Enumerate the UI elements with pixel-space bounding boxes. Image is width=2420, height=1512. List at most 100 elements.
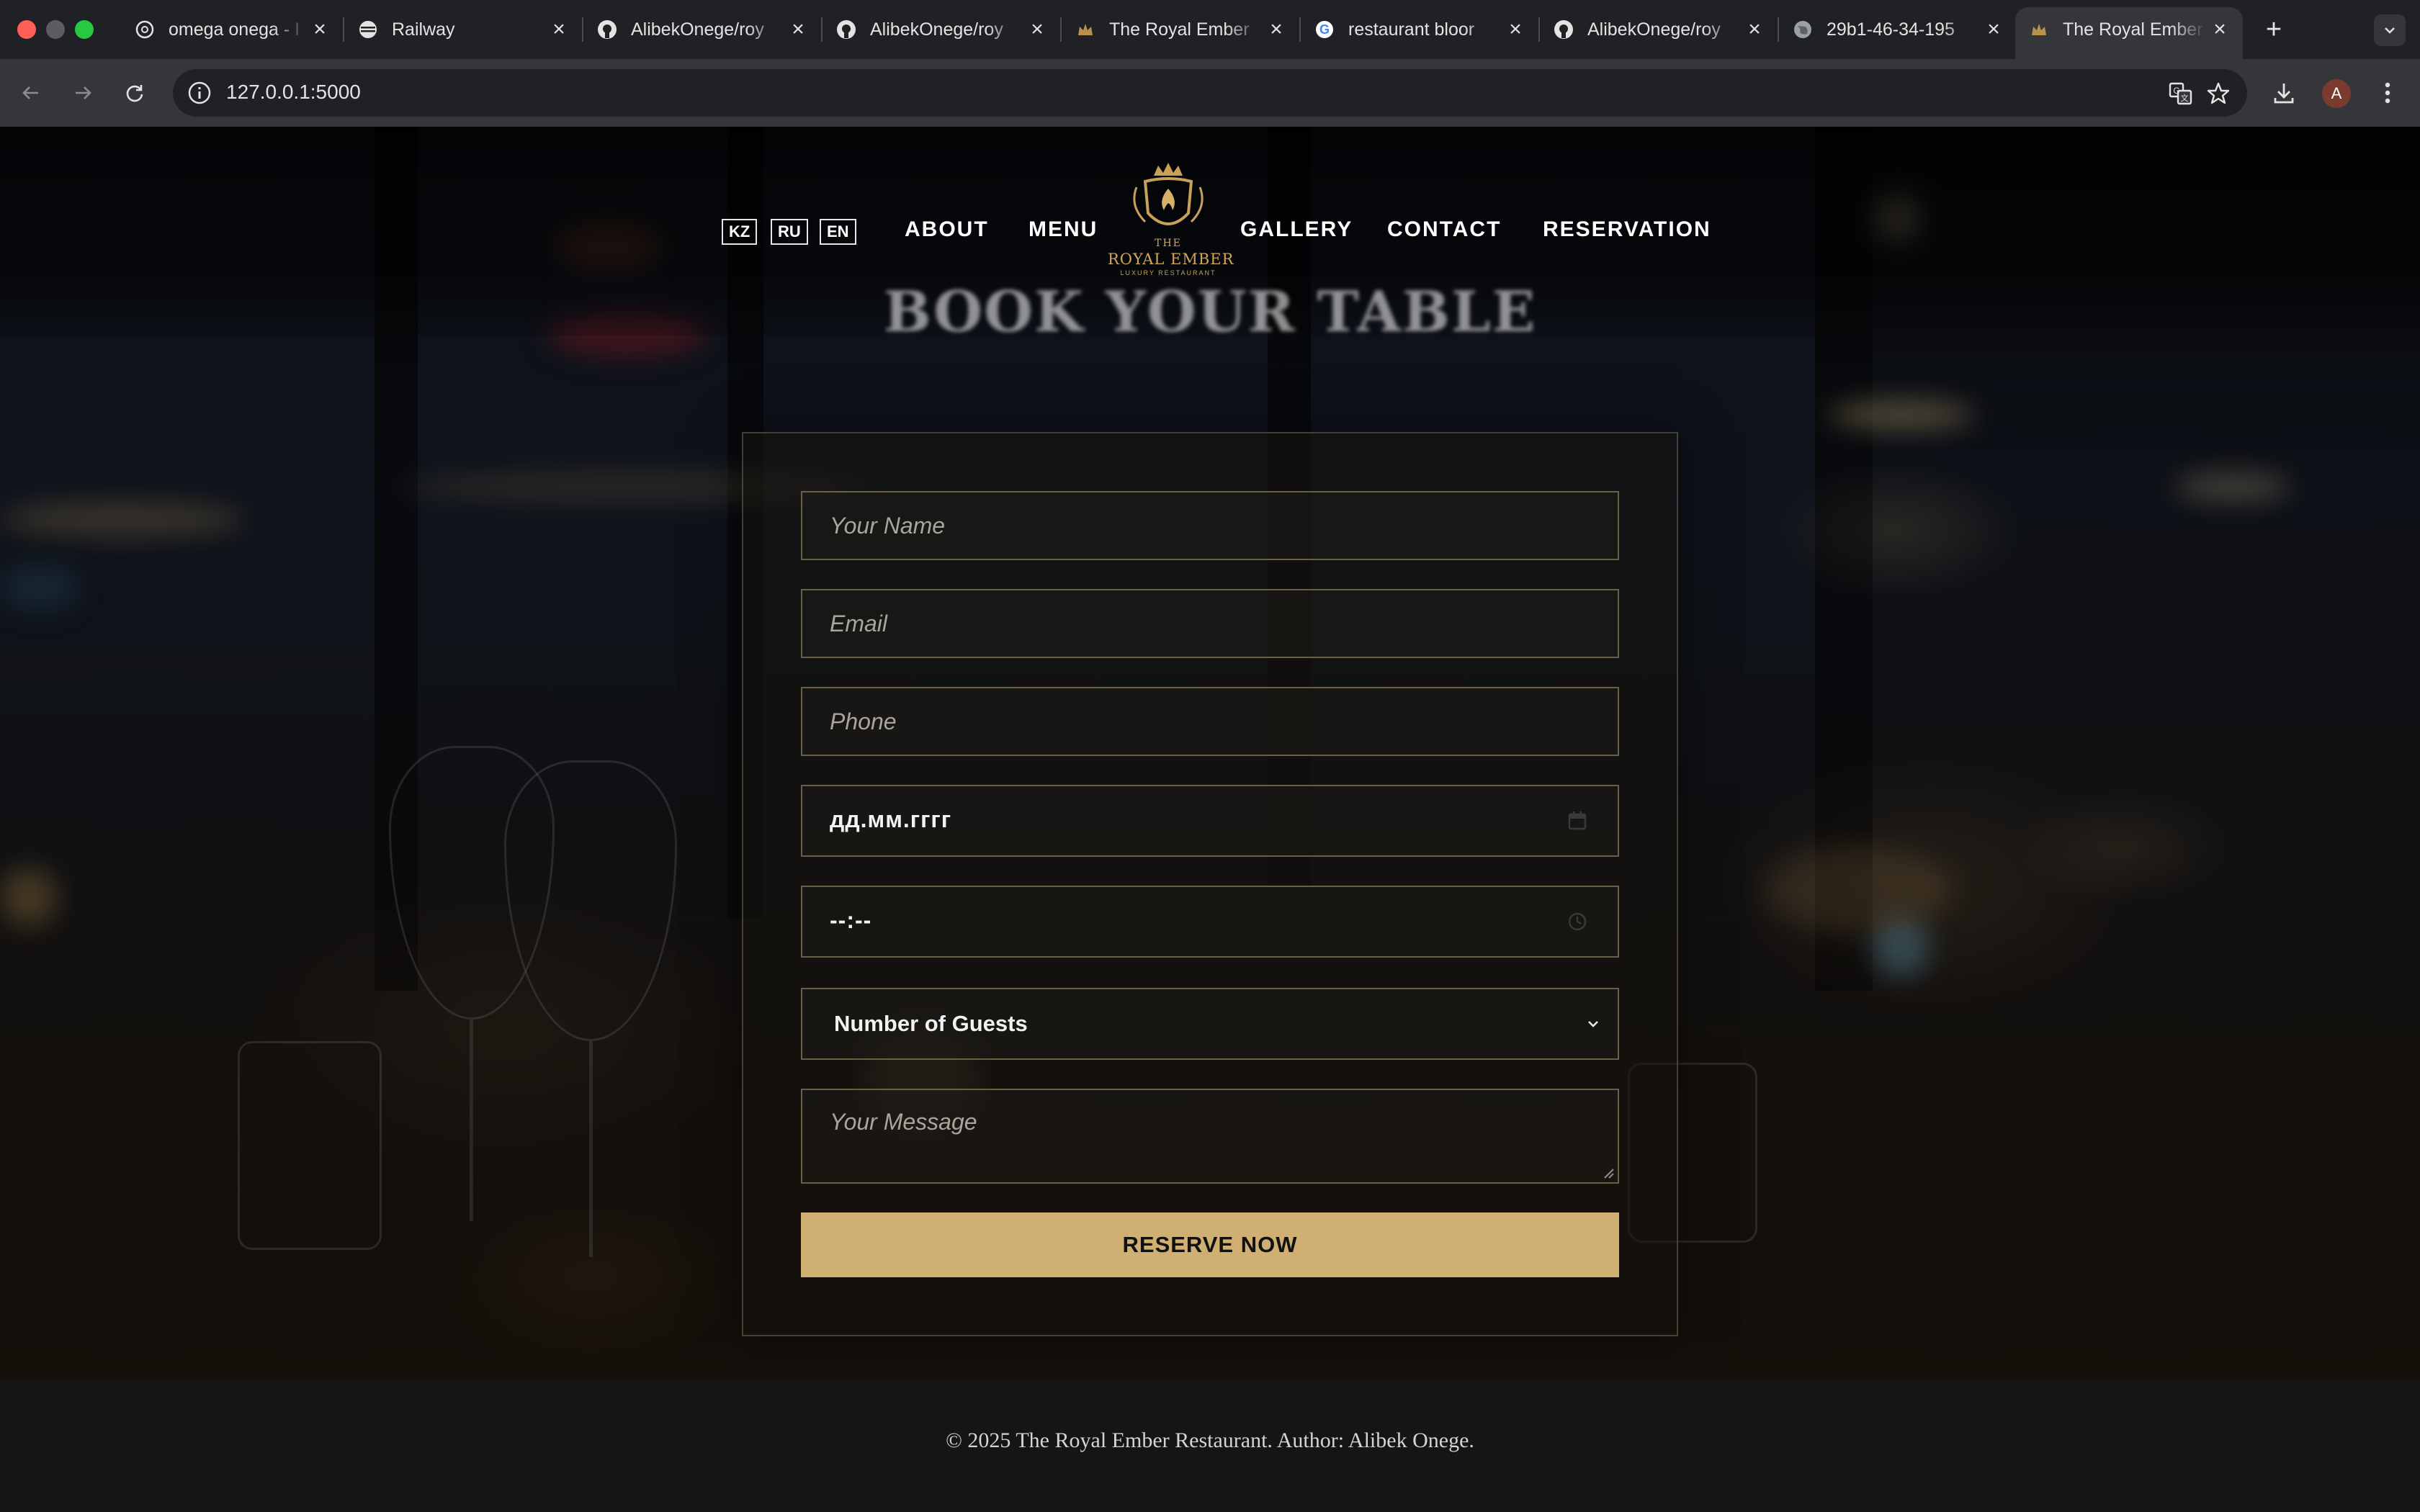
url-text[interactable]: 127.0.0.1:5000 [226, 81, 361, 104]
guests-select-wrapper: Number of Guests [801, 988, 1619, 1060]
svg-text:G: G [2173, 86, 2179, 96]
browser-tab[interactable]: omega onega - I × [121, 7, 344, 52]
google-icon: G [1314, 19, 1335, 40]
translate-icon[interactable]: G文 [2168, 81, 2194, 107]
browser-tab[interactable]: AlibekOnege/roy × [1540, 7, 1779, 52]
nav-about[interactable]: ABOUT [905, 217, 989, 242]
address-bar[interactable]: 127.0.0.1:5000 G文 [173, 69, 2247, 117]
crown-crest-icon [1133, 163, 1204, 225]
name-input[interactable] [802, 492, 1618, 559]
tab-title: AlibekOnege/roy [1587, 19, 1721, 40]
browser-tab[interactable]: AlibekOnege/roy × [583, 7, 823, 52]
tab-title: restaurant bloor [1348, 19, 1475, 40]
new-tab-button[interactable]: + [2259, 14, 2289, 45]
close-tab-icon[interactable]: × [785, 17, 811, 42]
footer-copyright: © 2025 The Royal Ember Restaurant. Autho… [946, 1428, 1474, 1452]
resize-grip-icon[interactable] [1600, 1165, 1615, 1179]
browser-tab-active[interactable]: The Royal Ember × [2015, 7, 2243, 59]
tab-search-button[interactable] [2374, 14, 2406, 46]
date-input-wrapper: дд.мм.гггг [801, 785, 1619, 857]
close-tab-icon[interactable]: × [1502, 17, 1528, 42]
lang-ru-button[interactable]: RU [771, 219, 808, 245]
tab-title: The Royal Ember [1109, 19, 1250, 40]
message-input-wrapper [801, 1089, 1619, 1184]
chevron-down-icon[interactable] [1583, 1014, 1603, 1034]
close-tab-icon[interactable]: × [1981, 17, 2007, 42]
download-icon [2274, 84, 2294, 104]
lang-kz-button[interactable]: KZ [722, 219, 758, 245]
close-tab-icon[interactable]: × [307, 17, 333, 42]
close-window-button[interactable] [17, 20, 36, 39]
guests-select-value[interactable]: Number of Guests [834, 1011, 1028, 1037]
site-info-icon[interactable] [187, 81, 212, 105]
crown-icon [1075, 19, 1096, 40]
email-input[interactable] [802, 590, 1618, 657]
forward-button[interactable] [66, 76, 99, 109]
svg-text:G: G [1319, 22, 1330, 37]
logo-sub-text: LUXURY RESTAURANT [1120, 269, 1216, 276]
globe-icon [1792, 19, 1814, 40]
message-input[interactable] [802, 1090, 1618, 1182]
calendar-icon[interactable] [1566, 809, 1589, 832]
tab-title: 29b1-46-34-195 [1827, 19, 1955, 40]
reload-icon [126, 85, 143, 102]
nav-gallery[interactable]: GALLERY [1240, 217, 1353, 242]
logo-top-text: THE [1155, 238, 1182, 249]
browser-toolbar: 127.0.0.1:5000 G文 A [0, 59, 2420, 127]
browser-tab[interactable]: Railway × [344, 7, 583, 52]
minimize-window-button[interactable] [46, 20, 65, 39]
crown-icon [2028, 19, 2050, 40]
tab-strip: omega onega - I × Railway × AlibekOnege/… [0, 0, 2420, 59]
openai-icon [134, 19, 156, 40]
browser-tab[interactable]: 29b1-46-34-195 × [1779, 7, 2017, 52]
github-icon [835, 19, 857, 40]
time-input-wrapper: --:-- [801, 886, 1619, 958]
clock-icon[interactable] [1566, 910, 1589, 933]
close-tab-icon[interactable]: × [1742, 17, 1767, 42]
date-input-value[interactable]: дд.мм.гггг [830, 806, 951, 833]
railway-icon [357, 19, 379, 40]
tab-title: The Royal Ember [2063, 19, 2203, 40]
phone-input-wrapper [801, 687, 1619, 756]
svg-text:文: 文 [2181, 93, 2189, 103]
restaurant-logo[interactable]: THE ROYAL EMBER LUXURY RESTAURANT [1108, 163, 1234, 278]
reservation-form: дд.мм.гггг --:-- Number of Guests RESERVE N… [742, 432, 1678, 1336]
site-footer: © 2025 The Royal Ember Restaurant. Autho… [0, 1380, 2420, 1512]
nav-contact[interactable]: CONTACT [1387, 217, 1501, 242]
browser-tab[interactable]: AlibekOnege/roy × [823, 7, 1062, 52]
profile-avatar[interactable]: A [2322, 79, 2351, 108]
arrow-right-icon [76, 86, 91, 99]
close-tab-icon[interactable]: × [1263, 17, 1289, 42]
browser-tab[interactable]: The Royal Ember × [1062, 7, 1301, 52]
downloads-button[interactable] [2267, 76, 2300, 109]
tab-title: AlibekOnege/roy [631, 19, 764, 40]
arrow-left-icon [22, 86, 38, 99]
tab-title: AlibekOnege/roy [870, 19, 1003, 40]
github-icon [596, 19, 618, 40]
lang-en-button[interactable]: EN [820, 219, 856, 245]
hero-background: KZ RU EN ABOUT MENU THE ROYAL EMBER LUXU… [0, 127, 2420, 1380]
browser-menu-button[interactable] [2371, 76, 2404, 109]
name-input-wrapper [801, 491, 1619, 560]
maximize-window-button[interactable] [75, 20, 94, 39]
reserve-now-button[interactable]: RESERVE NOW [801, 1212, 1619, 1277]
browser-chrome: omega onega - I × Railway × AlibekOnege/… [0, 0, 2420, 127]
close-tab-icon[interactable]: × [546, 17, 572, 42]
reload-button[interactable] [118, 76, 151, 109]
bookmark-star-icon[interactable] [2205, 81, 2231, 107]
more-vert-icon [2385, 82, 2390, 104]
close-tab-icon[interactable]: × [2207, 17, 2233, 42]
close-tab-icon[interactable]: × [1024, 17, 1050, 42]
email-input-wrapper [801, 589, 1619, 658]
browser-tab[interactable]: G restaurant bloor × [1301, 7, 1540, 52]
time-input-value[interactable]: --:-- [830, 907, 871, 934]
back-button[interactable] [14, 76, 48, 109]
nav-menu[interactable]: MENU [1028, 217, 1098, 242]
page-viewport: KZ RU EN ABOUT MENU THE ROYAL EMBER LUXU… [0, 127, 2420, 1512]
github-icon [1553, 19, 1574, 40]
chevron-down-icon [2385, 27, 2395, 34]
tab-title: Railway [392, 19, 455, 40]
nav-reservation[interactable]: RESERVATION [1543, 217, 1711, 242]
phone-input[interactable] [802, 688, 1618, 755]
logo-name-text: ROYAL EMBER [1108, 251, 1234, 268]
